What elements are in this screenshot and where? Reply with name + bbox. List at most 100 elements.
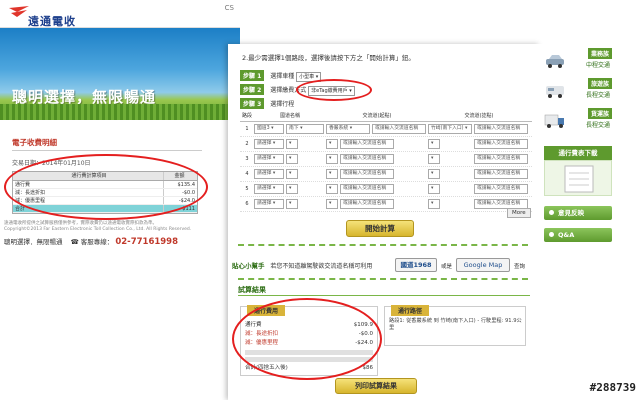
road-select[interactable]: 國道3 ▾ — [254, 124, 284, 134]
back-topbar: 遠通電收 CS — [0, 0, 240, 28]
direction-select[interactable]: ▾ — [286, 139, 298, 149]
exit-text-input[interactable]: 或請輸入交流道名稱 — [474, 124, 528, 134]
feedback-button[interactable]: 意見反映 — [544, 206, 612, 220]
row-exit: 竹崎(南下入口) ▾ 或請輸入交流道名稱 — [428, 124, 530, 134]
row-exit: ▾ 或請輸入交流道名稱 — [428, 184, 530, 194]
sidebar-tag: 貨運族 — [587, 108, 612, 119]
entry-select[interactable]: ▾ — [326, 184, 338, 194]
route-text: 路段1: 從香嚴系統 到 竹崎(南下入口) - 行駛里程: 91.9公里 — [389, 318, 522, 331]
payment-method-select[interactable]: 非eTag繳費用戶 ▾ — [308, 85, 355, 96]
grass-decoration — [0, 104, 240, 120]
table-row: 減：優惠里程 -$24.0 — [13, 197, 197, 205]
row-road: 請選擇 ▾ ▾ — [254, 169, 326, 179]
exit-select[interactable]: ▾ — [428, 139, 440, 149]
fee-table-download-heading[interactable]: 通行費表下載 — [544, 146, 612, 160]
row-number: 6 — [245, 201, 249, 207]
sidebar-sub: 中程交通 — [585, 62, 610, 69]
watermark-text: #288739 — [589, 381, 636, 394]
entry-select[interactable]: ▾ — [326, 169, 338, 179]
row-number: 5 — [245, 186, 249, 192]
truck-icon — [544, 114, 564, 128]
row-number: 3 — [245, 156, 249, 162]
sidebar-card-travel[interactable]: 旅遊族 長程交通 — [542, 78, 612, 104]
qa-button[interactable]: Q&A — [544, 228, 612, 242]
road-select[interactable]: 請選擇 ▾ — [254, 139, 284, 149]
tips-bar: 貼心小幫手 若您不知道離駕駛欲交流道名稱可利用 — [232, 260, 372, 270]
sidebar-sub: 長程交通 — [585, 92, 610, 99]
vehicle-type-value: 小型車 — [299, 73, 315, 80]
sidebar-card-freight[interactable]: 貨運族 長程交通 — [542, 108, 612, 134]
direction-select[interactable]: ▾ — [286, 184, 298, 194]
calculate-button[interactable]: 開始計算 — [346, 220, 414, 237]
step-badge: 步驟 1 — [240, 70, 265, 81]
row-entry: 香嚴系統 ▾ 或請輸入交流道名稱 — [326, 124, 428, 134]
corner-label: CS — [224, 4, 234, 12]
exit-select[interactable]: ▾ — [428, 154, 440, 164]
result-divider — [238, 295, 530, 296]
sidebar-card-business[interactable]: 業務族 中程交通 — [542, 48, 612, 74]
entry-select[interactable]: ▾ — [326, 199, 338, 209]
exit-text-input[interactable]: 或請輸入交流道名稱 — [474, 139, 528, 149]
road-select[interactable]: 請選擇 ▾ — [254, 169, 284, 179]
entry-select[interactable]: ▾ — [326, 154, 338, 164]
road-value: 國道3 — [257, 126, 270, 131]
table-row-total: 合計 $111 — [13, 205, 197, 213]
exit-select[interactable]: ▾ — [428, 169, 440, 179]
google-map-button[interactable]: Google Map — [456, 258, 510, 272]
exit-text-input[interactable]: 或請輸入交流道名稱 — [474, 154, 528, 164]
sidebar-tag: 業務族 — [587, 48, 612, 59]
route-result-box: 通行路徑 路段1: 從香嚴系統 到 竹崎(南下入口) - 行駛里程: 91.9公… — [384, 305, 526, 346]
route-tab: 通行路徑 — [391, 305, 430, 316]
document-icon — [564, 165, 594, 193]
direction-select[interactable]: ▾ — [286, 199, 298, 209]
entry-select[interactable]: 香嚴系統 ▾ — [326, 124, 370, 134]
front-page: 2.最少需選擇1個路段，選擇後請按下方之「開始計算」鈕。 步驟 1 選擇車種 小… — [228, 44, 540, 400]
exit-select[interactable]: 竹崎(南下入口) ▾ — [428, 124, 472, 134]
road-select[interactable]: 請選擇 ▾ — [254, 199, 284, 209]
direction-select[interactable]: ▾ — [286, 169, 298, 179]
step-3: 步驟 3 選擇行程 — [240, 98, 294, 109]
row-label: 合計 — [15, 206, 26, 212]
entry-text-input[interactable]: 或請輸入交流道名稱 — [340, 169, 394, 179]
step-label: 選擇繳費方式 — [270, 87, 307, 94]
result-title: 試算結果 — [238, 286, 266, 294]
table-row: 6 請選擇 ▾ ▾ ▾ 或請輸入交流道名稱 ▾ 或請輸入交流道名稱 — [240, 197, 532, 212]
row-road: 請選擇 ▾ ▾ — [254, 154, 326, 164]
entry-select[interactable]: ▾ — [326, 139, 338, 149]
entry-text-input[interactable]: 或請輸入交流道名稱 — [340, 184, 394, 194]
more-button[interactable]: More — [507, 208, 531, 218]
exit-select[interactable]: ▾ — [428, 199, 440, 209]
direction-select[interactable]: 南下 ▾ — [286, 124, 324, 134]
fee-label: 減：優惠里程 — [245, 340, 279, 346]
print-result-button[interactable]: 列印試算結果 — [335, 378, 417, 394]
row-entry: ▾ 或請輸入交流道名稱 — [326, 139, 428, 149]
step-1: 步驟 1 選擇車種 小型車 ▾ — [240, 70, 322, 82]
route-table: 路段 國道名稱 交流道(起點) 交流道(訖點) 1 國道3 ▾ 南下 ▾ 香嚴系… — [240, 110, 532, 212]
entry-text-input[interactable]: 或請輸入交流道名稱 — [340, 199, 394, 209]
vehicle-type-select[interactable]: 小型車 ▾ — [296, 71, 322, 82]
car-icon — [546, 55, 564, 68]
logo-icon — [9, 6, 29, 17]
row-exit: ▾ 或請輸入交流道名稱 — [428, 154, 530, 164]
row-value: $135.4 — [163, 181, 197, 188]
row-label: 減：優惠里程 — [15, 198, 46, 204]
fee-row: 減：優惠里程 -$24.0 — [245, 339, 373, 348]
direction-select[interactable]: ▾ — [286, 154, 298, 164]
entry-text-input[interactable]: 或請輸入交流道名稱 — [340, 139, 394, 149]
row-road: 請選擇 ▾ ▾ — [254, 139, 326, 149]
fee-label: 通行費 — [245, 322, 262, 328]
step-badge: 步驟 3 — [240, 98, 265, 109]
table-row: 3 請選擇 ▾ ▾ ▾ 或請輸入交流道名稱 ▾ 或請輸入交流道名稱 — [240, 152, 532, 167]
header-item: 通行費計算項目 — [71, 173, 107, 179]
fee-value: $109.9 — [353, 322, 373, 328]
freeway-1968-button[interactable]: 國道1968 — [395, 258, 437, 272]
exit-select[interactable]: ▾ — [428, 184, 440, 194]
exit-text-input[interactable]: 或請輸入交流道名稱 — [474, 184, 528, 194]
road-select[interactable]: 請選擇 ▾ — [254, 154, 284, 164]
road-select[interactable]: 請選擇 ▾ — [254, 184, 284, 194]
tips-text: 若您不知道離駕駛欲交流道名稱可利用 — [270, 263, 373, 270]
exit-text-input[interactable]: 或請輸入交流道名稱 — [474, 169, 528, 179]
entry-text-input[interactable]: 或請輸入交流道名稱 — [372, 124, 426, 134]
entry-text-input[interactable]: 或請輸入交流道名稱 — [340, 154, 394, 164]
fee-table-download-panel[interactable] — [544, 160, 612, 196]
